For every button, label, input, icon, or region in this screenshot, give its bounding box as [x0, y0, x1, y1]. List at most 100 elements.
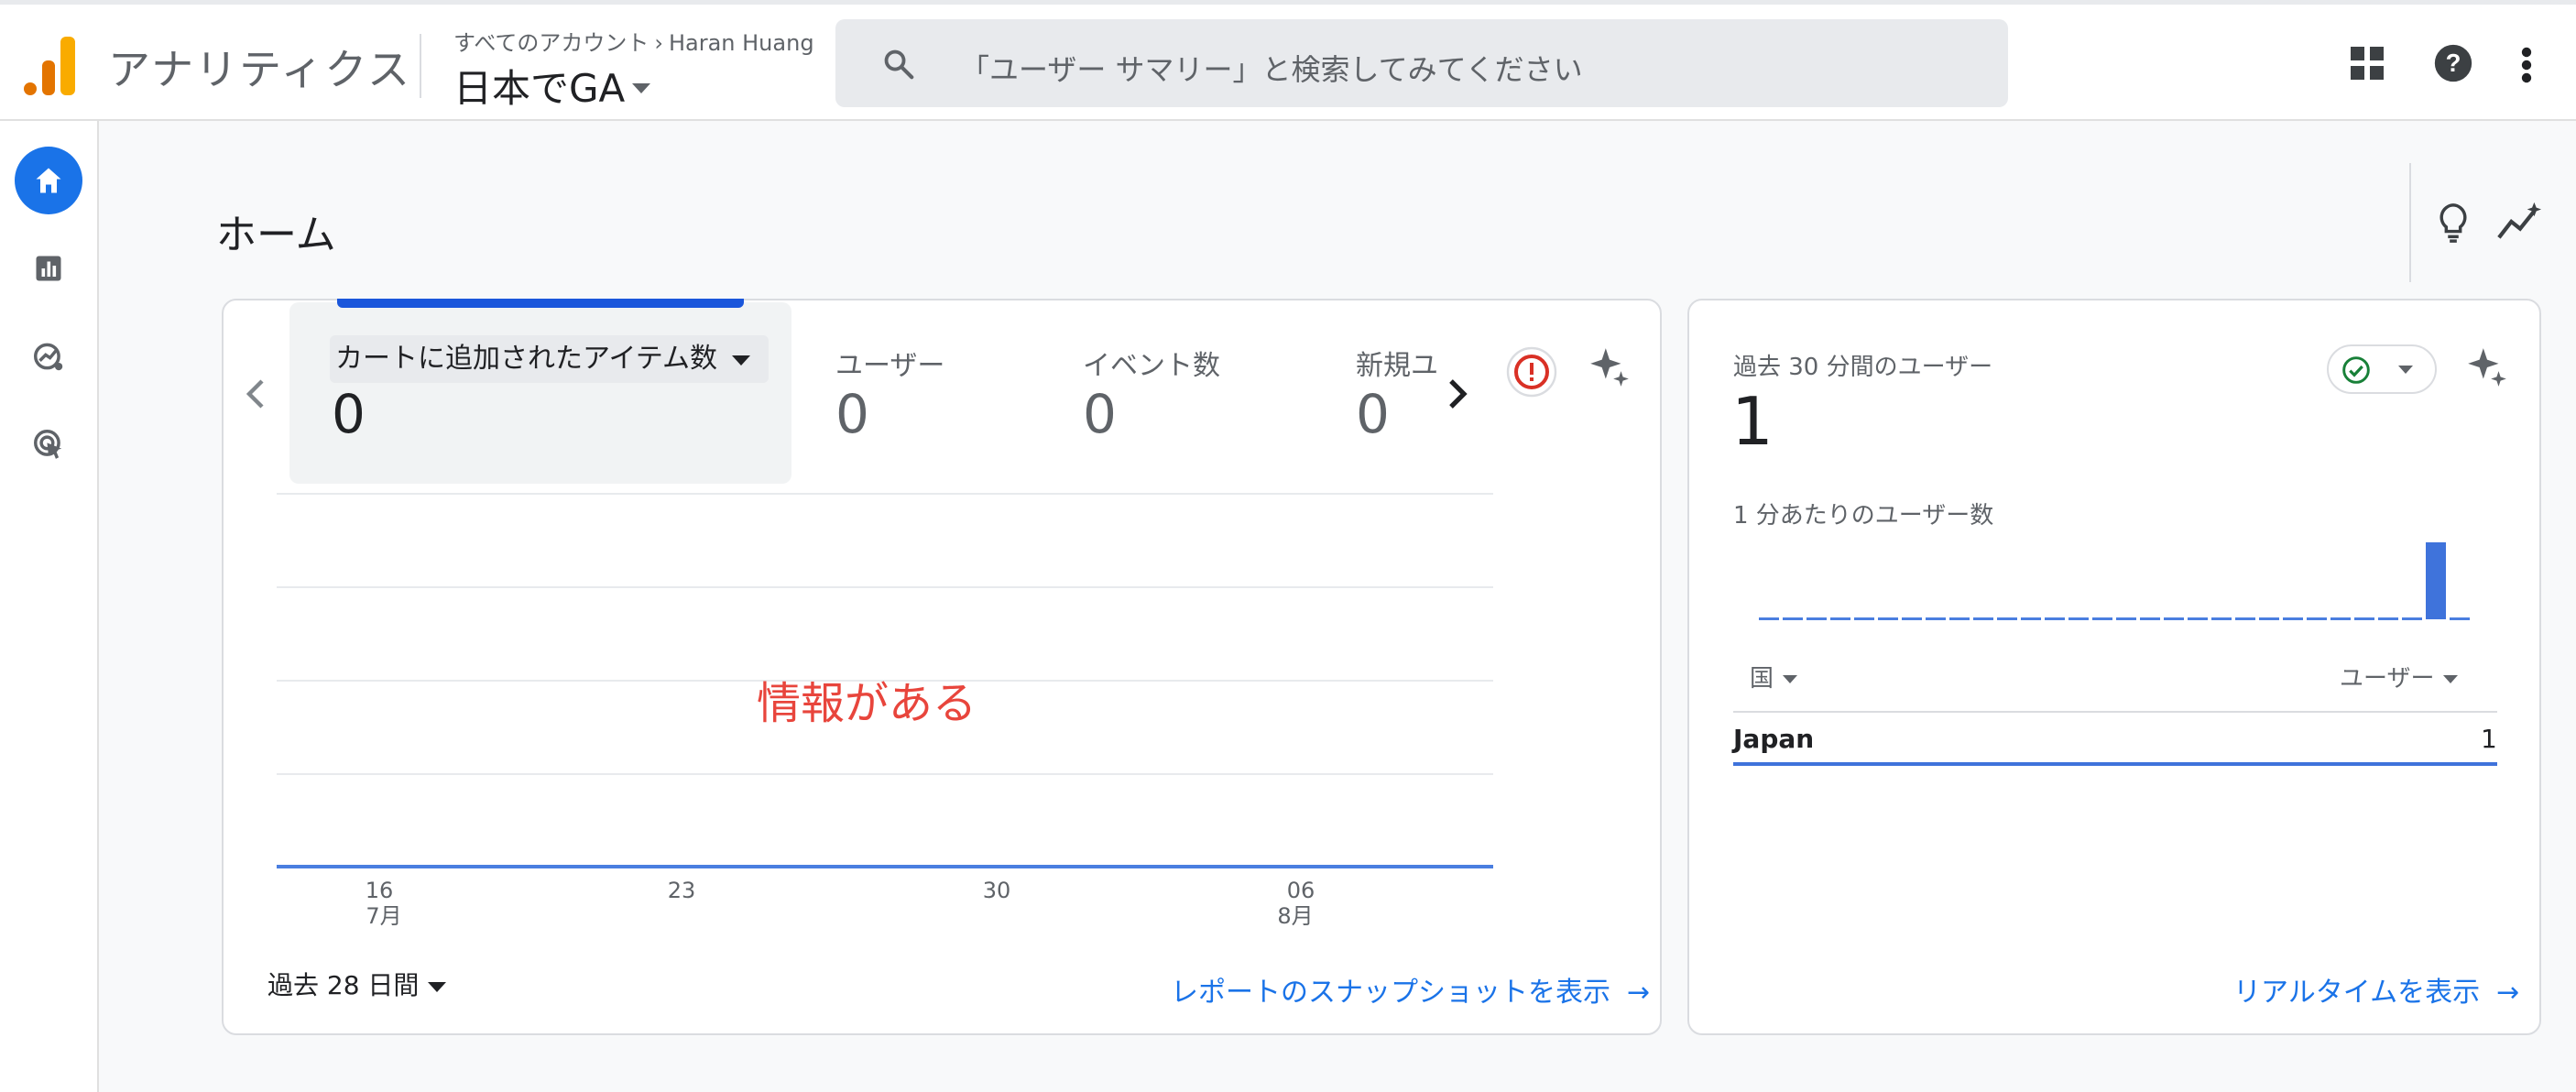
analytics-logo[interactable] — [24, 37, 75, 95]
per-minute-bar-empty — [2235, 617, 2255, 620]
chart-series-line — [277, 865, 1493, 868]
per-minute-bar-empty — [2140, 617, 2160, 620]
advertising-icon — [34, 430, 62, 459]
per-minute-bar-empty — [2188, 617, 2208, 620]
nav-home[interactable] — [15, 147, 82, 214]
x-tick-label: 23 — [667, 878, 696, 903]
realtime-value: 1 — [1731, 383, 1774, 460]
per-minute-bar-empty — [1830, 617, 1850, 620]
per-minute-bar-empty — [2307, 617, 2327, 620]
nav-reports[interactable] — [15, 235, 82, 302]
chart-gridline — [277, 586, 1493, 588]
arrow-right-icon: → — [1627, 977, 1651, 1009]
metric-dropdown-label: カートに追加されたアイテム数 — [335, 343, 717, 375]
sparkle-icon[interactable] — [1587, 344, 1632, 390]
top-app-bar: アナリティクス すべてのアカウント › Haran Huang 日本でGA 「ユーザ… — [0, 5, 2576, 121]
per-minute-bar-empty — [2164, 617, 2184, 620]
per-minute-bar-empty — [2259, 617, 2279, 620]
per-minute-bar-empty — [1783, 617, 1803, 620]
search-icon — [884, 49, 914, 80]
chevron-down-icon — [632, 83, 651, 93]
search-input[interactable]: 「ユーザー サマリー」と検索してみてください — [960, 47, 1583, 89]
date-range-label: 過去 28 日間 — [267, 970, 420, 1000]
chevron-down-icon — [1783, 675, 1798, 683]
help-icon[interactable]: ? — [2433, 43, 2473, 83]
view-realtime-link[interactable]: リアルタイムを表示 → — [2233, 969, 2519, 1010]
table-cell-country: Japan — [1733, 724, 1815, 754]
metric-tab-new-users[interactable]: 新規ユ 0 — [1356, 330, 1457, 440]
per-minute-bar-empty — [2045, 617, 2065, 620]
metric-tab-indicator — [337, 299, 744, 308]
home-icon — [36, 168, 61, 193]
arrow-right-icon: → — [2496, 977, 2520, 1009]
insights-lightbulb-icon[interactable] — [2437, 202, 2470, 244]
apps-grid-icon[interactable] — [2349, 45, 2385, 82]
svg-text:?: ? — [2446, 49, 2461, 77]
metric-value-selected: 0 — [332, 383, 366, 445]
per-minute-bar-empty — [2450, 617, 2470, 620]
per-minute-bar-empty — [2330, 617, 2351, 620]
chevron-down-icon — [732, 355, 750, 366]
chevron-down-icon — [2443, 675, 2459, 683]
chevron-right-icon[interactable] — [1447, 377, 1469, 410]
table-cell-users: 1 — [2481, 724, 2497, 754]
property-name: 日本でGA — [453, 66, 626, 111]
breadcrumb-root[interactable]: すべてのアカウント — [453, 30, 649, 56]
page-title: ホーム — [216, 212, 336, 258]
product-name: アナリティクス — [108, 45, 411, 94]
date-range-selector[interactable]: 過去 28 日間 — [267, 966, 447, 1002]
per-minute-bar-empty — [2378, 617, 2398, 620]
per-minute-bar-empty — [2354, 617, 2374, 620]
search-bar[interactable]: 「ユーザー サマリー」と検索してみてください — [835, 19, 2008, 107]
breadcrumb[interactable]: すべてのアカウント › Haran Huang — [453, 25, 814, 57]
per-minute-bar-empty — [2116, 617, 2136, 620]
chevron-left-icon[interactable] — [244, 377, 266, 410]
column-header-country[interactable]: 国 — [1750, 660, 1798, 693]
per-minute-bar-empty — [1759, 617, 1779, 620]
explore-icon — [34, 343, 63, 371]
metric-tab-events[interactable]: イベント数 — [1083, 343, 1220, 383]
view-snapshot-link[interactable]: レポートのスナップショットを表示 → — [1171, 969, 1650, 1010]
view-snapshot-label: レポートのスナップショットを表示 — [1171, 977, 1610, 1009]
chart-gridline — [277, 773, 1493, 775]
realtime-title: 過去 30 分間のユーザー — [1733, 354, 1993, 381]
header-divider — [420, 34, 421, 98]
per-minute-bar-empty — [1973, 617, 1993, 620]
trend-sparkle-icon[interactable] — [2497, 202, 2543, 242]
reports-icon — [36, 256, 61, 281]
metric-label-new-users: 新規ユ — [1356, 350, 1438, 382]
check-circle-icon — [2342, 356, 2370, 384]
per-minute-bar-empty — [2021, 617, 2041, 620]
per-minute-bar-empty — [1878, 617, 1898, 620]
per-minute-bar-empty — [1926, 617, 1946, 620]
per-minute-label: 1 分あたりのユーザー数 — [1733, 502, 1994, 530]
property-selector[interactable]: 日本でGA — [453, 58, 651, 114]
column-header-users[interactable]: ユーザー — [2340, 660, 2459, 693]
metric-tab-users[interactable]: ユーザー — [835, 343, 944, 383]
per-minute-bar-empty — [1949, 617, 1970, 620]
status-dropdown[interactable] — [2327, 344, 2437, 394]
page-header-divider — [2409, 163, 2411, 282]
per-minute-bar-empty — [2211, 617, 2232, 620]
x-tick-month: 8月 — [1277, 903, 1314, 929]
per-minute-bar-empty — [2402, 617, 2422, 620]
breadcrumb-account[interactable]: Haran Huang — [669, 30, 814, 56]
chevron-right-icon: › — [654, 30, 663, 56]
metric-value-users: 0 — [835, 383, 869, 445]
table-header-divider — [1733, 711, 2497, 713]
sparkle-icon[interactable] — [2464, 344, 2510, 390]
per-minute-bar-empty — [2092, 617, 2112, 620]
per-minute-bar-empty — [2283, 617, 2303, 620]
nav-advertising[interactable] — [15, 410, 82, 478]
per-minute-bar-empty — [1806, 617, 1827, 620]
per-minute-bar-empty — [1902, 617, 1922, 620]
per-minute-bar-empty — [2068, 617, 2089, 620]
nav-explore[interactable] — [15, 322, 82, 390]
metric-value-events: 0 — [1083, 383, 1117, 445]
column-header-users-label: ユーザー — [2340, 665, 2435, 693]
alert-icon[interactable] — [1506, 346, 1557, 398]
more-vert-icon[interactable] — [2521, 47, 2532, 83]
x-tick-month: 7月 — [366, 903, 402, 929]
per-minute-bar-empty — [1997, 617, 2017, 620]
metric-dropdown[interactable]: カートに追加されたアイテム数 — [330, 335, 769, 383]
